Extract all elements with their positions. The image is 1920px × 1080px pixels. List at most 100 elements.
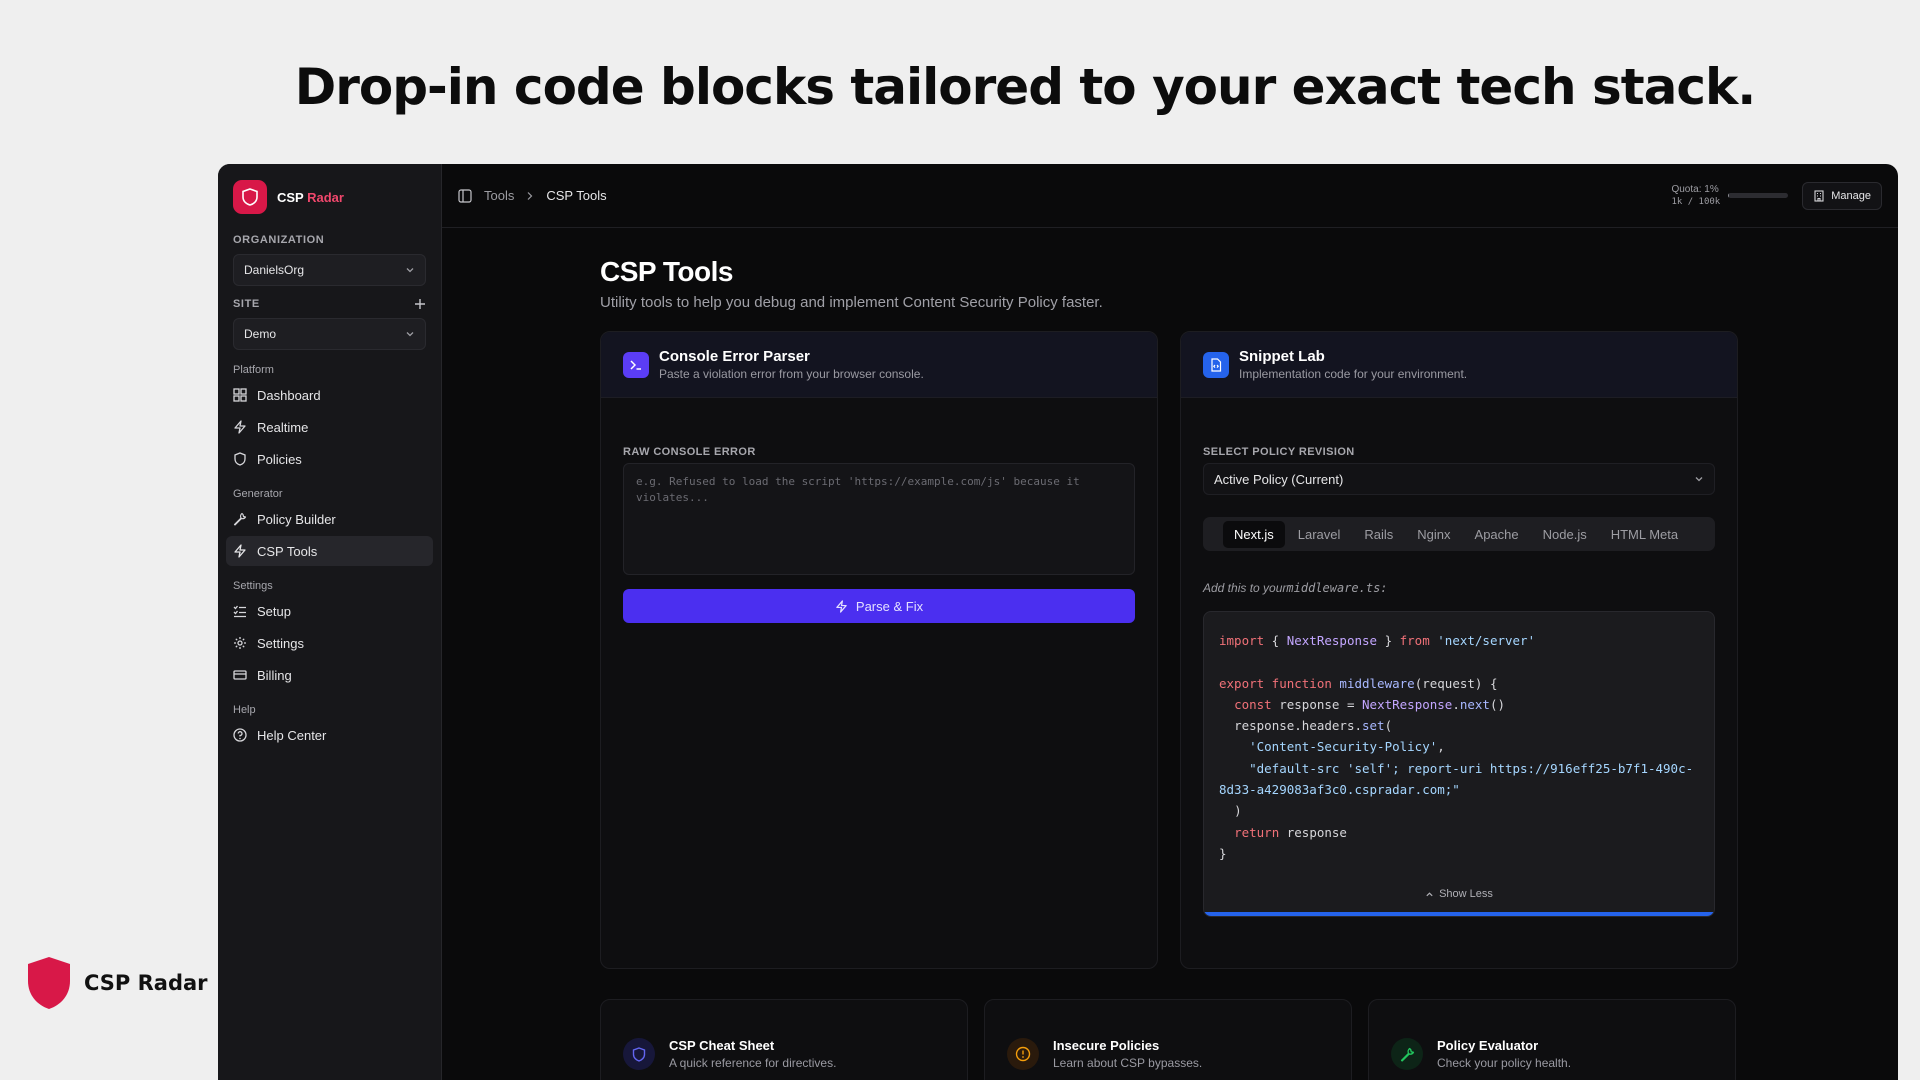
topbar: Tools CSP Tools Quota: 1% 1k / 100k Mana… [442, 164, 1898, 228]
card-header: Snippet Lab Implementation code for your… [1181, 332, 1737, 398]
help-icon [233, 728, 247, 742]
tab-laravel[interactable]: Laravel [1287, 521, 1352, 548]
sidebar-item-dashboard[interactable]: Dashboard [226, 380, 433, 410]
quota-detail: 1k / 100k [1671, 196, 1721, 207]
card-title: Policy Evaluator [1437, 1038, 1539, 1053]
organization-label-text: ORGANIZATION [233, 234, 325, 246]
sidebar-item-setup[interactable]: Setup [226, 596, 433, 626]
card-title: Console Error Parser [659, 348, 810, 365]
file-code-icon [1203, 351, 1229, 378]
page-headline: Drop-in code blocks tailored to your exa… [294, 58, 1757, 116]
parse-fix-button[interactable]: Parse & Fix [623, 589, 1135, 623]
nav-group-help: Help [233, 704, 256, 716]
plus-icon[interactable] [414, 298, 426, 310]
sidebar-toggle-icon[interactable] [458, 188, 472, 203]
site-label-text: SITE [233, 298, 260, 310]
page-content: CSP Tools Utility tools to help you debu… [600, 256, 1740, 1080]
sidebar-item-label: Settings [257, 635, 304, 651]
sidebar-item-help-center[interactable]: Help Center [226, 720, 433, 750]
code-block[interactable]: import { NextResponse } from 'next/serve… [1203, 611, 1715, 917]
tab-nodejs[interactable]: Node.js [1532, 521, 1598, 548]
shield-icon [623, 1038, 655, 1070]
snippet-lab-card: Snippet Lab Implementation code for your… [1180, 331, 1738, 969]
app-name-first: CSP [277, 189, 304, 205]
app-logo[interactable]: CSP Radar [226, 180, 433, 230]
sidebar-item-label: Policies [257, 451, 302, 467]
brand-name: CSP Radar [84, 971, 208, 995]
wrench-icon [1391, 1038, 1423, 1070]
sidebar-item-settings[interactable]: Settings [226, 628, 433, 658]
sidebar-item-policy-builder[interactable]: Policy Builder [226, 504, 433, 534]
sidebar-item-label: Realtime [257, 419, 309, 435]
sidebar-item-csp-tools[interactable]: CSP Tools [226, 536, 433, 566]
card-body: SELECT POLICY REVISION Active Policy (Cu… [1181, 398, 1737, 917]
show-less-button[interactable]: Show Less [1204, 888, 1714, 900]
nav-group-generator: Generator [233, 488, 283, 500]
main-area: Tools CSP Tools Quota: 1% 1k / 100k Mana… [442, 164, 1898, 1080]
snippet-hint-file: middleware.ts: [1286, 581, 1388, 595]
policy-revision-value: Active Policy (Current) [1214, 471, 1344, 487]
card-description: Check your policy health. [1437, 1056, 1572, 1070]
policy-evaluator-card[interactable]: Policy Evaluator Check your policy healt… [1368, 999, 1736, 1080]
raw-console-error-input[interactable]: e.g. Refused to load the script 'https:/… [623, 463, 1135, 575]
sidebar-item-label: Help Center [257, 727, 327, 743]
sidebar-item-label: Setup [257, 603, 291, 619]
sidebar-item-realtime[interactable]: Realtime [226, 412, 433, 442]
policy-revision-select[interactable]: Active Policy (Current) [1203, 463, 1715, 495]
insecure-policies-card[interactable]: Insecure Policies Learn about CSP bypass… [984, 999, 1352, 1080]
card-icon [233, 670, 247, 680]
snippet-hint: Add this to yourmiddleware.ts: [1203, 581, 1715, 595]
bolt-icon [234, 544, 246, 558]
tab-nginx[interactable]: Nginx [1406, 521, 1461, 548]
card-description: Paste a violation error from your browse… [659, 367, 924, 381]
gear-icon [234, 637, 246, 649]
sidebar-item-label: CSP Tools [257, 543, 318, 559]
shield-icon [234, 452, 246, 466]
nav-group-platform: Platform [233, 364, 274, 376]
tab-nextjs[interactable]: Next.js [1223, 520, 1285, 548]
organization-value: DanielsOrg [244, 263, 305, 277]
site-value: Demo [244, 327, 277, 341]
quota-progress-fill [1728, 193, 1729, 198]
app-name-accent: Radar [307, 189, 344, 205]
manage-button[interactable]: Manage [1802, 181, 1882, 210]
csp-cheat-sheet-card[interactable]: CSP Cheat Sheet A quick reference for di… [600, 999, 968, 1080]
breadcrumb: Tools CSP Tools [458, 188, 607, 203]
card-description: Learn about CSP bypasses. [1053, 1056, 1203, 1070]
card-description: A quick reference for directives. [669, 1056, 837, 1070]
sidebar: CSP Radar ORGANIZATION DanielsOrg SITE D… [218, 164, 442, 1080]
brand-logo-bottom: CSP Radar [26, 955, 208, 1011]
organization-label: ORGANIZATION [226, 234, 433, 246]
tab-apache[interactable]: Apache [1464, 521, 1530, 548]
alert-icon [1007, 1038, 1039, 1070]
quota-label: Quota: 1% [1671, 183, 1719, 195]
sidebar-item-policies[interactable]: Policies [226, 444, 433, 474]
tab-html-meta[interactable]: HTML Meta [1600, 521, 1689, 548]
shield-logo-icon [28, 957, 70, 1009]
breadcrumb-tools[interactable]: Tools [484, 188, 514, 203]
show-less-label: Show Less [1439, 888, 1493, 900]
tab-rails[interactable]: Rails [1353, 521, 1404, 548]
console-error-parser-card: Console Error Parser Paste a violation e… [600, 331, 1158, 969]
breadcrumb-current: CSP Tools [546, 188, 607, 203]
select-policy-revision-label: SELECT POLICY REVISION [1203, 446, 1355, 458]
page-subtitle: Utility tools to help you debug and impl… [600, 294, 1103, 311]
building-icon [1814, 189, 1824, 202]
manage-button-label: Manage [1831, 189, 1871, 202]
organization-select[interactable]: DanielsOrg [233, 254, 426, 286]
card-title: Insecure Policies [1053, 1038, 1160, 1053]
quota-progress-bar [1728, 193, 1789, 198]
terminal-icon [623, 351, 649, 378]
raw-console-error-label: RAW CONSOLE ERROR [623, 446, 756, 458]
chevron-down-icon [406, 332, 414, 337]
chevron-down-icon [406, 268, 414, 273]
code-content: import { NextResponse } from 'next/serve… [1219, 633, 1694, 861]
resource-cards: CSP Cheat Sheet A quick reference for di… [600, 999, 1740, 1080]
parse-fix-button-label: Parse & Fix [855, 598, 924, 614]
sidebar-item-label: Policy Builder [257, 511, 336, 527]
sidebar-item-billing[interactable]: Billing [226, 660, 433, 690]
nav-group-settings: Settings [233, 580, 273, 592]
site-select[interactable]: Demo [233, 318, 426, 350]
card-header: Console Error Parser Paste a violation e… [601, 332, 1157, 398]
checklist-icon [233, 605, 246, 618]
